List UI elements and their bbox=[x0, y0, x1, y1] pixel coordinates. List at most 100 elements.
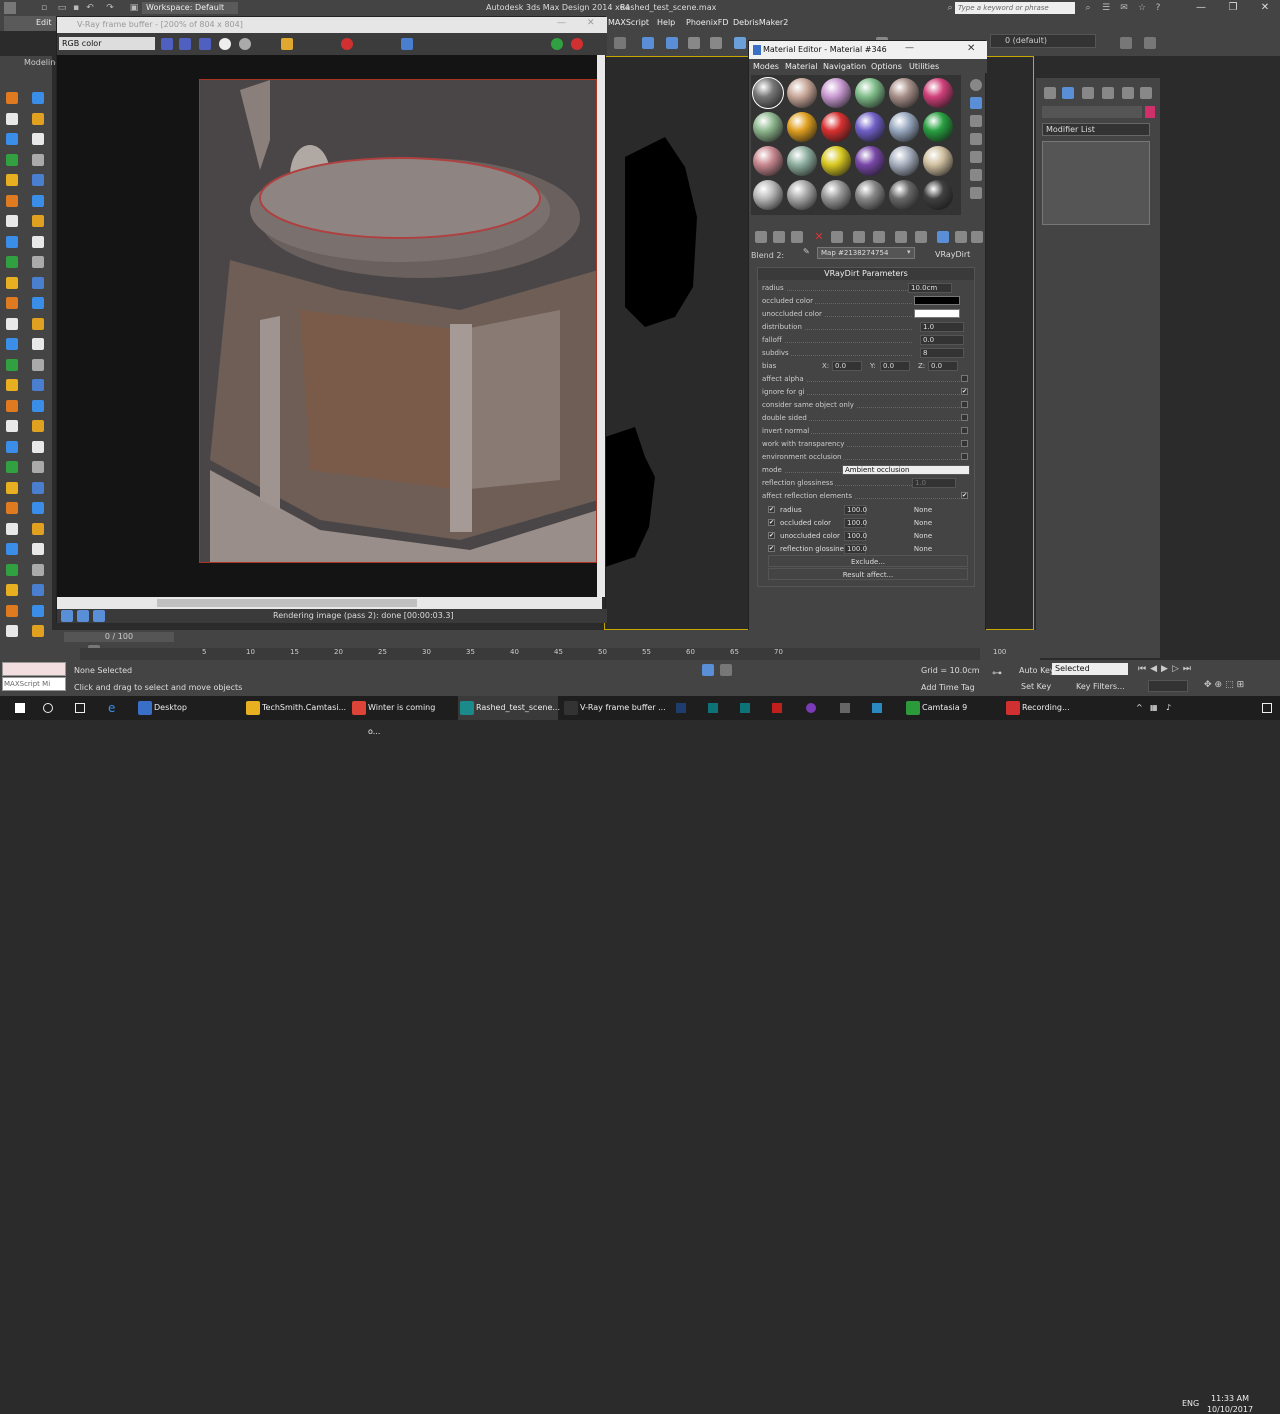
material-slot[interactable] bbox=[787, 180, 817, 210]
left-tool-icon[interactable] bbox=[6, 502, 18, 514]
mode-dropdown[interactable]: Ambient occlusion bbox=[842, 465, 970, 475]
map-name-field[interactable]: Map #2138274754 bbox=[817, 247, 915, 259]
left-tool-icon[interactable] bbox=[32, 92, 44, 104]
invert-normal-checkbox[interactable] bbox=[961, 427, 968, 434]
favorites-icon[interactable]: ☆ bbox=[1136, 2, 1148, 14]
acrobat-icon[interactable] bbox=[772, 703, 782, 713]
track-bar[interactable]: 5 10 15 20 25 30 35 40 45 50 55 60 65 70 100 bbox=[80, 648, 1006, 660]
consider-same-checkbox[interactable] bbox=[961, 401, 968, 408]
vfb-vertical-scrollbar[interactable] bbox=[597, 55, 605, 597]
left-tool-icon[interactable] bbox=[32, 584, 44, 596]
material-slot[interactable] bbox=[889, 112, 919, 142]
material-slot[interactable] bbox=[821, 78, 851, 108]
app-icon[interactable] bbox=[806, 703, 816, 713]
left-tool-icon[interactable] bbox=[32, 317, 44, 330]
left-tool-icon[interactable] bbox=[32, 174, 44, 186]
search-input[interactable]: Type a keyword or phrase bbox=[955, 2, 1075, 14]
submap-amount[interactable]: 100.0 bbox=[844, 544, 867, 554]
snap-toggle-icon[interactable] bbox=[734, 37, 746, 49]
left-tool-icon[interactable] bbox=[32, 379, 44, 391]
submap-button[interactable]: None bbox=[878, 517, 968, 529]
menu-edit[interactable]: Edit bbox=[36, 18, 52, 27]
menu-help[interactable]: Help bbox=[657, 18, 675, 27]
network-icon[interactable]: ▦ bbox=[1150, 703, 1160, 713]
select-move-icon[interactable] bbox=[666, 37, 678, 49]
vfb-horizontal-scrollbar[interactable] bbox=[57, 597, 602, 609]
material-slot[interactable] bbox=[821, 112, 851, 142]
double-sided-checkbox[interactable] bbox=[961, 414, 968, 421]
distribution-spinner[interactable]: 1.0 bbox=[920, 322, 964, 332]
options-icon[interactable] bbox=[970, 187, 982, 199]
modify-tab-icon[interactable] bbox=[1062, 87, 1074, 99]
affect-alpha-checkbox[interactable] bbox=[961, 375, 968, 382]
playback-controls[interactable]: ⏮◀▶▷⏭ bbox=[1138, 664, 1278, 676]
left-tool-icon[interactable] bbox=[6, 112, 18, 125]
hierarchy-tab-icon[interactable] bbox=[1082, 87, 1094, 99]
left-tool-icon[interactable] bbox=[6, 174, 18, 186]
submap-button[interactable]: None bbox=[878, 504, 968, 516]
reset-map-icon[interactable]: ✕ bbox=[813, 231, 825, 243]
show-end-result-icon[interactable] bbox=[937, 231, 949, 243]
alpha-channel-icon[interactable] bbox=[219, 38, 231, 50]
material-slot[interactable] bbox=[787, 78, 817, 108]
refl-gloss-spinner[interactable]: 1.0 bbox=[912, 478, 956, 488]
me-menu-modes[interactable]: Modes bbox=[753, 62, 779, 71]
clock-date[interactable]: 10/10/2017 bbox=[1206, 1405, 1254, 1414]
red-channel-icon[interactable] bbox=[161, 38, 173, 50]
material-slot[interactable] bbox=[889, 78, 919, 108]
modifier-list-dropdown[interactable]: Modifier List bbox=[1042, 123, 1150, 136]
submap-checkbox[interactable]: ✔ bbox=[768, 519, 775, 526]
menu-phoenixfd[interactable]: PhoenixFD bbox=[686, 18, 729, 27]
taskbar-item[interactable]: Winter is coming o... bbox=[350, 696, 450, 736]
env-occlusion-checkbox[interactable] bbox=[961, 453, 968, 460]
affect-refl-checkbox[interactable]: ✔ bbox=[961, 492, 968, 499]
left-tool-icon[interactable] bbox=[32, 563, 44, 576]
material-slot[interactable] bbox=[753, 180, 783, 210]
left-tool-icon[interactable] bbox=[6, 153, 18, 166]
open-image-icon[interactable] bbox=[281, 38, 293, 50]
me-menu-utilities[interactable]: Utilities bbox=[909, 62, 939, 71]
left-tool-icon[interactable] bbox=[6, 584, 18, 596]
left-tool-icon[interactable] bbox=[32, 543, 44, 555]
me-menu-options[interactable]: Options bbox=[871, 62, 902, 71]
motion-tab-icon[interactable] bbox=[1102, 87, 1114, 99]
left-tool-icon[interactable] bbox=[32, 604, 44, 617]
put-to-library-icon[interactable] bbox=[873, 231, 885, 243]
make-unique-icon[interactable] bbox=[853, 231, 865, 243]
add-time-tag[interactable]: Add Time Tag bbox=[921, 683, 975, 692]
vfb-correction-icon[interactable] bbox=[93, 610, 105, 622]
render-icon[interactable] bbox=[551, 38, 563, 50]
left-tool-icon[interactable] bbox=[32, 215, 44, 227]
go-to-parent-icon[interactable] bbox=[955, 231, 967, 243]
select-scale-icon[interactable] bbox=[710, 37, 722, 49]
select-rotate-icon[interactable] bbox=[688, 37, 700, 49]
new-icon[interactable]: ▫ bbox=[38, 2, 50, 14]
sample-type-icon[interactable] bbox=[970, 79, 982, 91]
hold-icon[interactable]: ▣ bbox=[128, 2, 140, 14]
uv-tiling-icon[interactable] bbox=[970, 133, 982, 145]
modeling-tab[interactable]: Modeling bbox=[24, 58, 60, 67]
3dsmax-icon[interactable] bbox=[708, 703, 718, 713]
left-tool-icon[interactable] bbox=[32, 338, 44, 350]
left-tool-icon[interactable] bbox=[6, 235, 18, 248]
auto-key-button[interactable]: Auto Key bbox=[1019, 666, 1055, 675]
taskbar-item[interactable]: V-Ray frame buffer ... bbox=[562, 696, 666, 720]
left-tool-icon[interactable] bbox=[6, 543, 18, 555]
left-tool-icon[interactable] bbox=[6, 194, 18, 207]
material-slot[interactable] bbox=[889, 146, 919, 176]
material-slot[interactable] bbox=[923, 146, 953, 176]
material-slot[interactable] bbox=[855, 112, 885, 142]
left-tool-icon[interactable] bbox=[6, 481, 18, 494]
select-region-icon[interactable] bbox=[614, 37, 626, 49]
submap-amount[interactable]: 100.0 bbox=[844, 531, 867, 541]
left-tool-icon[interactable] bbox=[32, 297, 44, 309]
video-color-check-icon[interactable] bbox=[970, 151, 982, 163]
menu-debrismaker2[interactable]: DebrisMaker2 bbox=[733, 18, 788, 27]
me-minimize-icon[interactable]: — bbox=[905, 43, 919, 57]
left-tool-icon[interactable] bbox=[6, 379, 18, 391]
left-tool-icon[interactable] bbox=[6, 399, 18, 412]
redo-icon[interactable]: ↷ bbox=[104, 2, 116, 14]
material-slot[interactable] bbox=[923, 180, 953, 210]
notifications-icon[interactable] bbox=[1262, 703, 1272, 713]
minimize-icon[interactable]: — bbox=[1186, 0, 1216, 16]
